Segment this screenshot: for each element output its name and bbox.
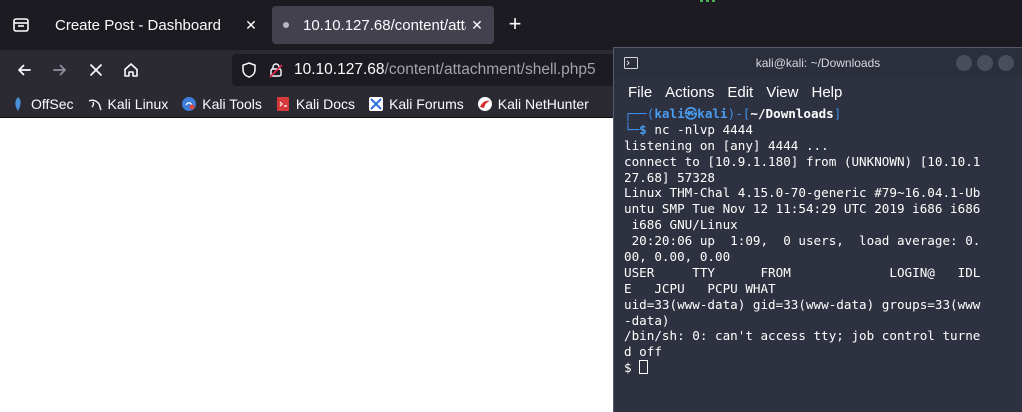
bookmark-kali-linux[interactable]: Kali Linux — [87, 95, 169, 112]
close-tab-icon[interactable]: ✕ — [466, 14, 488, 36]
prompt-symbol: $ — [639, 121, 647, 137]
close-button[interactable] — [998, 55, 1014, 71]
output-line: /bin/sh: 0: can't access tty; job contro… — [624, 328, 981, 344]
list-all-tabs-icon[interactable] — [0, 0, 42, 50]
offsec-icon — [15, 96, 21, 111]
back-arrow-icon[interactable] — [10, 56, 38, 84]
terminal-menu-bar: File Actions Edit View Help — [614, 78, 1022, 106]
bookmark-label: Kali Linux — [107, 95, 169, 112]
bookmark-kali-tools[interactable]: Kali Tools — [181, 96, 262, 112]
stop-loading-icon[interactable] — [82, 56, 110, 84]
prompt-line-1: ┌──(kali㉿kali)-[~/Downloads] — [624, 106, 1012, 122]
bookmark-label: Kali NetHunter — [497, 95, 589, 112]
output-line: uid=33(www-data) gid=33(www-data) groups… — [624, 296, 981, 312]
prompt-line-2: └─$ nc -nlvp 4444 — [624, 122, 1012, 138]
window-controls — [956, 55, 1014, 71]
final-prompt-line: $ — [624, 360, 1012, 376]
menu-actions[interactable]: Actions — [665, 84, 714, 101]
output-line: E JCPU PCPU WHAT — [624, 280, 776, 296]
menu-edit[interactable]: Edit — [727, 84, 753, 101]
terminal-title-bar[interactable]: kali@kali: ~/Downloads — [614, 48, 1022, 78]
tab-shell-php5[interactable]: 10.10.127.68/content/attachment/shell.ph… — [272, 6, 494, 44]
terminal-output[interactable]: ┌──(kali㉿kali)-[~/Downloads] └─$ nc -nlv… — [614, 106, 1022, 376]
bookmark-kali-forums[interactable]: Kali Forums — [368, 96, 464, 112]
output-line: listening on [any] 4444 ... — [624, 137, 829, 153]
minimize-button[interactable] — [956, 55, 972, 71]
new-tab-button[interactable]: + — [502, 12, 528, 38]
url-host: 10.10.127.68 — [294, 61, 385, 78]
nethunter-icon — [477, 96, 492, 111]
address-bar[interactable]: 10.10.127.68/content/attachment/shell.ph… — [232, 54, 632, 86]
terminal-app-icon — [624, 57, 638, 69]
output-line: 27.68] 57328 — [624, 169, 715, 185]
close-tab-icon[interactable]: ✕ — [240, 14, 262, 36]
output-line: -data) — [624, 312, 670, 328]
bookmark-kali-docs[interactable]: Kali Docs — [275, 96, 355, 112]
menu-help[interactable]: Help — [811, 84, 842, 101]
prompt-decoration: └─ — [624, 121, 640, 137]
output-line: connect to [10.9.1.180] from (UNKNOWN) [… — [624, 153, 981, 169]
tracking-protection-shield-icon[interactable] — [240, 61, 258, 79]
prompt-decoration: ] — [833, 106, 842, 121]
kali-tools-icon — [182, 96, 197, 111]
insecure-lock-icon[interactable] — [268, 62, 284, 78]
kali-dragon-icon — [88, 99, 102, 110]
final-prompt: $ — [624, 360, 640, 376]
output-line: i686 GNU/Linux — [624, 217, 738, 233]
output-line: d off — [624, 344, 662, 360]
activity-indicator — [700, 0, 715, 2]
bookmark-label: Kali Tools — [202, 95, 262, 112]
loading-indicator-icon — [283, 22, 289, 28]
forward-arrow-icon[interactable] — [46, 56, 74, 84]
url-path: /content/attachment/shell.php5 — [384, 61, 596, 78]
browser-tab-bar: Create Post - Dashboard ✕ 10.10.127.68/c… — [0, 0, 1022, 50]
prompt-user-host: kali㉿kali — [654, 106, 728, 121]
maximize-button[interactable] — [977, 55, 993, 71]
prompt-cwd: ~/Downloads — [750, 106, 834, 121]
home-icon[interactable] — [117, 56, 145, 84]
command-output: listening on [any] 4444 ... connect to [1… — [624, 138, 1012, 360]
command-text: nc -nlvp 4444 — [654, 121, 753, 137]
output-line: untu SMP Tue Nov 12 11:54:29 UTC 2019 i6… — [624, 201, 981, 217]
bookmark-label: Kali Forums — [389, 95, 464, 112]
tab-title: Create Post - Dashboard — [55, 16, 221, 34]
prompt-decoration: ┌──( — [624, 106, 655, 121]
menu-view[interactable]: View — [766, 84, 798, 101]
output-line: Linux THM-Chal 4.15.0-70-generic #79~16.… — [624, 185, 981, 201]
bookmark-label: Kali Docs — [295, 95, 356, 112]
output-line: 20:20:06 up 1:09, 0 users, load average:… — [624, 233, 981, 249]
bookmark-offsec[interactable]: OffSec — [10, 96, 74, 112]
terminal-window[interactable]: kali@kali: ~/Downloads File Actions Edit… — [613, 47, 1022, 412]
tab-title: 10.10.127.68/content/attachment/shell.ph… — [303, 16, 466, 34]
kali-forums-icon — [369, 96, 384, 111]
output-line: 00, 0.00, 0.00 — [624, 249, 731, 265]
bookmark-kali-nethunter[interactable]: Kali NetHunter — [477, 96, 589, 112]
menu-file[interactable]: File — [628, 84, 652, 101]
tab-create-post[interactable]: Create Post - Dashboard ✕ — [44, 6, 268, 44]
text-cursor — [639, 360, 649, 375]
kali-docs-icon — [276, 96, 289, 111]
bookmark-label: OffSec — [31, 95, 74, 112]
output-line: USER TTY FROM LOGIN@ IDL — [624, 264, 981, 280]
prompt-decoration: )-[ — [727, 106, 751, 121]
url-text: 10.10.127.68/content/attachment/shell.ph… — [294, 61, 596, 79]
